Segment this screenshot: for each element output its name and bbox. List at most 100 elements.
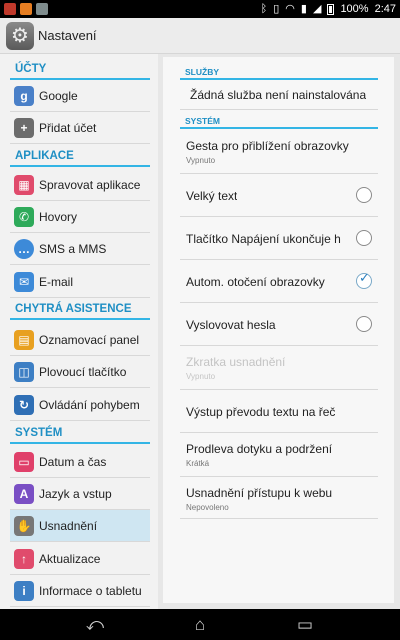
bluetooth-icon: ᛒ <box>260 3 268 15</box>
row-subtitle: Vypnuto <box>186 372 216 381</box>
settings-category-list: ÚČTY g Google + Přidat účet APLIKACE ▦ S… <box>0 54 158 609</box>
recent-apps-icon[interactable]: ▭ <box>290 615 320 635</box>
speak-passwords-checkbox[interactable] <box>356 316 372 332</box>
large-text-checkbox[interactable] <box>356 187 372 203</box>
category-header-apps: APLIKACE <box>10 145 150 167</box>
row-title: Žádná služba není nainstalována <box>190 88 367 102</box>
navigation-bar: ⤺ ⌂ ▭ <box>0 609 400 640</box>
notification-app-icon <box>20 3 32 15</box>
row-title: Zkratka usnadnění <box>186 355 286 369</box>
settings-row-magnification-gestures[interactable]: Gesta pro přiblížení obrazovky Vypnuto <box>180 129 378 174</box>
category-header-system: SYSTÉM <box>10 422 150 444</box>
sidebar-item-label: Přidat účet <box>39 120 97 135</box>
sidebar-item-label: Hovory <box>39 209 78 224</box>
sidebar-item-calls[interactable]: ✆ Hovory <box>10 201 150 233</box>
row-subtitle: Krátká <box>186 459 210 468</box>
row-title: Velký text <box>186 189 238 203</box>
settings-row-web-accessibility[interactable]: Usnadnění přístupu k webu Nepovoleno <box>180 477 378 519</box>
sidebar-item-sms-mms[interactable]: … SMS a MMS <box>10 233 150 265</box>
status-bar: ᛒ ▯ ◠ ▮ ◢ 100% 2:47 <box>0 0 400 18</box>
row-title: Gesta pro přiblížení obrazovky <box>186 139 349 153</box>
language-icon: A <box>14 483 34 504</box>
sidebar-item-floating-button[interactable]: ◫ Plovoucí tlačítko <box>10 356 150 388</box>
sidebar-item-label: Ovládání pohybem <box>39 397 140 412</box>
vibrate-icon: ▯ <box>273 3 280 15</box>
back-icon[interactable]: ⤺ <box>80 615 110 635</box>
page-title: Nastavení <box>38 28 97 43</box>
home-icon[interactable]: ⌂ <box>185 615 215 635</box>
sidebar-item-label: Plovoucí tlačítko <box>39 364 127 379</box>
action-bar: ⚙ Nastavení <box>0 18 400 54</box>
sidebar-item-label: Google <box>39 88 78 103</box>
settings-row-large-text[interactable]: Velký text <box>180 174 378 217</box>
clock: 2:47 <box>374 3 396 15</box>
apps-icon: ▦ <box>14 174 34 195</box>
row-subtitle: Nepovoleno <box>186 503 229 512</box>
power-button-checkbox[interactable] <box>356 230 372 246</box>
sidebar-item-label: E-mail <box>39 274 74 289</box>
row-title: Prodleva dotyku a podržení <box>186 442 333 456</box>
battery-percent: 100% <box>340 3 369 15</box>
battery-icon <box>327 3 335 15</box>
sidebar-item-label: Spravovat aplikace <box>39 177 141 192</box>
google-icon: g <box>14 85 34 106</box>
row-title: Usnadnění přístupu k webu <box>186 486 333 500</box>
sidebar-item-label: Informace o tabletu <box>39 583 142 598</box>
motion-control-icon: ↻ <box>14 394 34 415</box>
email-icon: ✉ <box>14 271 34 292</box>
floating-button-icon: ◫ <box>14 361 34 382</box>
settings-row-text-to-speech[interactable]: Výstup převodu textu na řeč <box>180 390 378 433</box>
section-header-system: SYSTÉM <box>180 109 378 129</box>
notification-panel-icon: ▤ <box>14 329 34 350</box>
settings-gear-icon[interactable]: ⚙ <box>6 22 34 50</box>
info-icon: i <box>14 580 34 601</box>
category-header-accounts: ÚČTY <box>10 58 150 80</box>
settings-row-power-button-ends-call[interactable]: Tlačítko Napájení ukončuje h <box>180 217 378 260</box>
settings-row-touch-hold-delay[interactable]: Prodleva dotyku a podržení Krátká <box>180 433 378 477</box>
sidebar-item-google[interactable]: g Google <box>10 80 150 112</box>
section-header-services: SLUŽBY <box>180 60 378 80</box>
row-title: Výstup převodu textu na řeč <box>186 405 336 419</box>
status-indicators: ᛒ ▯ ◠ ▮ ◢ 100% 2:47 <box>261 2 396 16</box>
category-header-smart-assist: CHYTRÁ ASISTENCE <box>10 298 150 320</box>
row-subtitle: Vypnuto <box>186 156 216 165</box>
row-title: Vyslovovat hesla <box>186 318 276 332</box>
accessibility-settings-pane: SLUŽBY Žádná služba není nainstalována S… <box>163 57 394 603</box>
settings-row-auto-rotate[interactable]: Autom. otočení obrazovky ✓ <box>180 260 378 303</box>
wifi-icon: ◠ <box>285 3 295 15</box>
accessibility-hand-icon: ✋ <box>14 515 34 536</box>
sidebar-item-date-time[interactable]: ▭ Datum a čas <box>10 446 150 478</box>
sidebar-item-add-account[interactable]: + Přidat účet <box>10 112 150 144</box>
phone-icon: ✆ <box>14 206 34 227</box>
notification-app-icon <box>4 3 16 15</box>
sidebar-item-motion-control[interactable]: ↻ Ovládání pohybem <box>10 389 150 421</box>
row-title: Tlačítko Napájení ukončuje h <box>186 232 341 246</box>
update-icon: ↑ <box>14 548 34 569</box>
calendar-icon: ▭ <box>14 451 34 472</box>
add-icon: + <box>14 117 34 138</box>
sidebar-item-label: Oznamovací panel <box>39 332 140 347</box>
sidebar-item-label: Datum a čas <box>39 454 107 469</box>
sidebar-item-label: Aktualizace <box>39 551 101 566</box>
sidebar-item-label: SMS a MMS <box>39 241 107 256</box>
sidebar-item-email[interactable]: ✉ E-mail <box>10 266 150 298</box>
sidebar-item-tablet-info[interactable]: i Informace o tabletu <box>10 575 150 607</box>
row-title: Autom. otočení obrazovky <box>186 275 325 289</box>
notification-icons <box>4 3 48 15</box>
message-icon: … <box>14 238 34 259</box>
sidebar-item-language-input[interactable]: A Jazyk a vstup <box>10 478 150 510</box>
checkmark-icon: ✓ <box>359 270 370 285</box>
signal-icon: ◢ <box>312 3 322 15</box>
sidebar-item-manage-apps[interactable]: ▦ Spravovat aplikace <box>10 169 150 201</box>
sidebar-item-label: Jazyk a vstup <box>39 486 112 501</box>
settings-row-accessibility-shortcut: Zkratka usnadnění Vypnuto <box>180 346 378 390</box>
sidebar-item-label: Usnadnění <box>39 518 98 533</box>
sidebar-item-update[interactable]: ↑ Aktualizace <box>10 543 150 575</box>
sidebar-item-accessibility[interactable]: ✋ Usnadnění <box>10 510 150 542</box>
auto-rotate-checkbox[interactable]: ✓ <box>356 270 372 289</box>
settings-row-speak-passwords[interactable]: Vyslovovat hesla <box>180 303 378 346</box>
notification-app-icon <box>36 3 48 15</box>
sidebar-item-notification-panel[interactable]: ▤ Oznamovací panel <box>10 324 150 356</box>
sim-icon: ▮ <box>300 3 307 15</box>
settings-row-no-services: Žádná služba není nainstalována <box>180 80 378 110</box>
